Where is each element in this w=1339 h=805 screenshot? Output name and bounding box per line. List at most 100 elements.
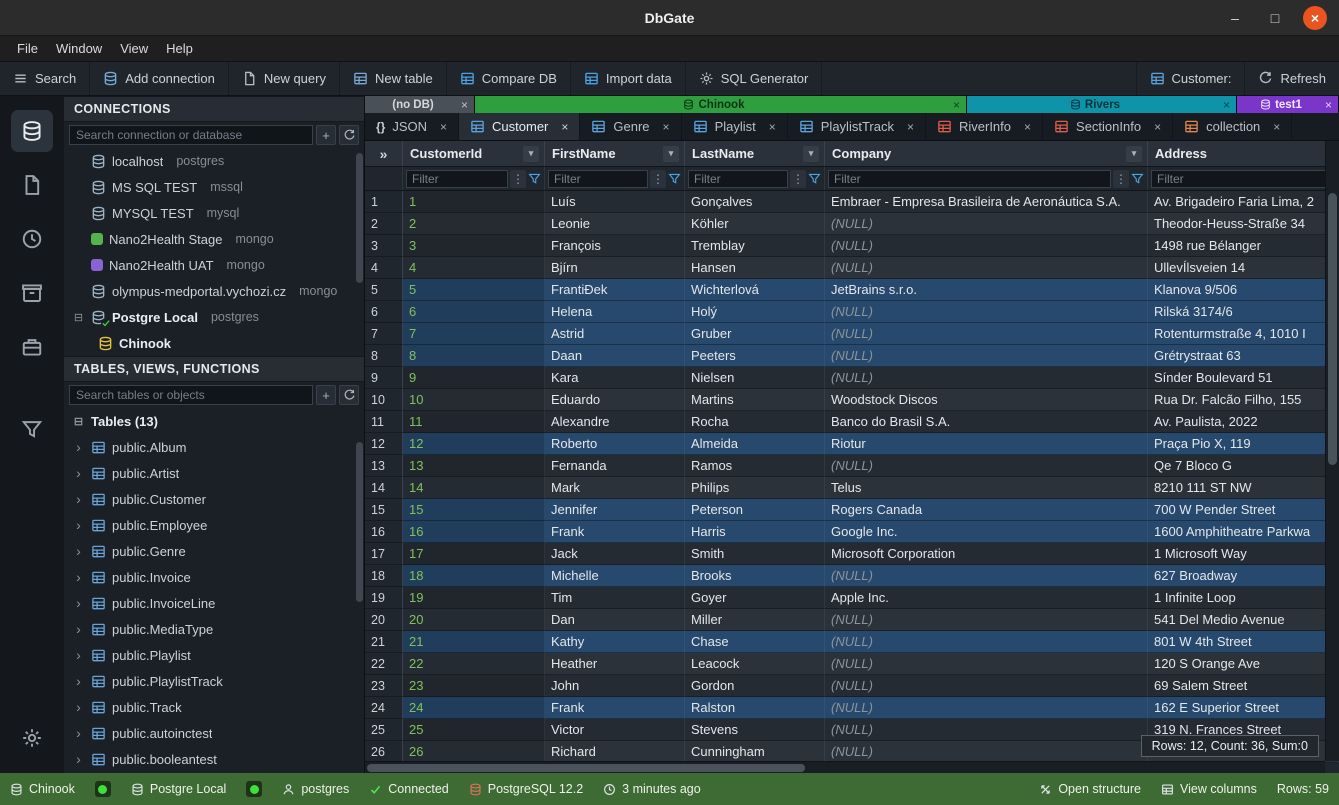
toolbar-new-table-button[interactable]: New table xyxy=(340,62,447,95)
column-header-lastname[interactable]: LastName ▾ xyxy=(685,141,825,166)
toolbar-search-button[interactable]: Search xyxy=(0,62,90,95)
row-number[interactable]: 14 xyxy=(365,477,403,499)
filter-input-company[interactable] xyxy=(828,170,1111,188)
row-number[interactable]: 5 xyxy=(365,279,403,301)
cell-customerid[interactable]: 10 xyxy=(403,389,545,411)
tab-group-test1[interactable]: test1 × xyxy=(1237,96,1339,113)
cell-address[interactable]: Qe 7 Bloco G xyxy=(1148,455,1339,477)
filter-input-address[interactable] xyxy=(1151,170,1335,188)
cell-customerid[interactable]: 25 xyxy=(403,719,545,741)
cell-address[interactable]: 1 Infinite Loop xyxy=(1148,587,1339,609)
table-public-artist[interactable]: › public.Artist xyxy=(64,460,364,486)
cell-firstname[interactable]: Heather xyxy=(545,653,685,675)
rail-files-button[interactable] xyxy=(11,164,53,206)
column-header-address[interactable]: Address xyxy=(1148,141,1339,166)
cell-address[interactable]: 120 S Orange Ave xyxy=(1148,653,1339,675)
cell-address[interactable]: Theodor-Heuss-Straße 34 xyxy=(1148,213,1339,235)
cell-lastname[interactable]: Martins xyxy=(685,389,825,411)
tab-close-icon[interactable]: × xyxy=(1273,120,1280,134)
table-public-autoinctest[interactable]: › public.autoinctest xyxy=(64,720,364,746)
cell-address[interactable]: Klanova 9/506 xyxy=(1148,279,1339,301)
cell-lastname[interactable]: Gruber xyxy=(685,323,825,345)
cell-lastname[interactable]: Chase xyxy=(685,631,825,653)
current-table-button[interactable]: Customer: xyxy=(1136,62,1245,95)
row-number[interactable]: 9 xyxy=(365,367,403,389)
chevron-down-icon[interactable]: ▾ xyxy=(1126,146,1142,162)
cell-customerid[interactable]: 20 xyxy=(403,609,545,631)
tab-playlisttrack[interactable]: PlaylistTrack × xyxy=(788,113,926,140)
cell-lastname[interactable]: Ralston xyxy=(685,697,825,719)
table-public-booleantest[interactable]: › public.booleantest xyxy=(64,746,364,772)
cell-company[interactable]: (NULL) xyxy=(825,697,1148,719)
toolbar-import-data-button[interactable]: Import data xyxy=(571,62,686,95)
cell-address[interactable]: Av. Paulista, 2022 xyxy=(1148,411,1339,433)
cell-lastname[interactable]: Holý xyxy=(685,301,825,323)
cell-customerid[interactable]: 18 xyxy=(403,565,545,587)
cell-address[interactable]: 1498 rue Bélanger xyxy=(1148,235,1339,257)
table-public-customer[interactable]: › public.Customer xyxy=(64,486,364,512)
filter-menu-icon[interactable]: ⋮ xyxy=(1113,170,1129,188)
maximize-button[interactable]: □ xyxy=(1263,6,1287,30)
cell-lastname[interactable]: Rocha xyxy=(685,411,825,433)
cell-company[interactable]: Apple Inc. xyxy=(825,587,1148,609)
row-number[interactable]: 15 xyxy=(365,499,403,521)
cell-company[interactable]: Riotur xyxy=(825,433,1148,455)
rail-filters-button[interactable] xyxy=(11,408,53,450)
cell-address[interactable]: Praça Pio X, 119 xyxy=(1148,433,1339,455)
cell-company[interactable]: Telus xyxy=(825,477,1148,499)
cell-company[interactable]: (NULL) xyxy=(825,257,1148,279)
cell-firstname[interactable]: Frank xyxy=(545,697,685,719)
connection-nano2health-uat[interactable]: Nano2Health UATmongo xyxy=(64,252,364,278)
status-open-structure[interactable]: Open structure xyxy=(1039,782,1141,796)
chevron-right-icon[interactable]: › xyxy=(72,466,85,480)
cell-firstname[interactable]: John xyxy=(545,675,685,697)
row-number[interactable]: 16 xyxy=(365,521,403,543)
cell-firstname[interactable]: Jennifer xyxy=(545,499,685,521)
status-3-minutes-ago[interactable]: 3 minutes ago xyxy=(603,782,701,796)
row-number[interactable]: 3 xyxy=(365,235,403,257)
cell-firstname[interactable]: Dan xyxy=(545,609,685,631)
cell-firstname[interactable]: Tim xyxy=(545,587,685,609)
tab-close-icon[interactable]: × xyxy=(561,120,568,134)
cell-company[interactable]: Embraer - Empresa Brasileira de Aeronáut… xyxy=(825,191,1148,213)
close-icon[interactable]: × xyxy=(461,98,468,112)
toolbar-add-connection-button[interactable]: Add connection xyxy=(90,62,229,95)
toolbar-sql-generator-button[interactable]: SQL Generator xyxy=(686,62,823,95)
cell-address[interactable]: 69 Salem Street xyxy=(1148,675,1339,697)
tab-customer[interactable]: Customer × xyxy=(459,113,580,140)
cell-firstname[interactable]: Daan xyxy=(545,345,685,367)
row-number[interactable]: 12 xyxy=(365,433,403,455)
connection-olympus-medportal-vychozi-cz[interactable]: olympus-medportal.vychozi.czmongo xyxy=(64,278,364,304)
filter-menu-icon[interactable]: ⋮ xyxy=(650,170,666,188)
cell-company[interactable]: (NULL) xyxy=(825,719,1148,741)
chevron-right-icon[interactable]: › xyxy=(72,544,85,558)
cell-company[interactable]: (NULL) xyxy=(825,301,1148,323)
cell-customerid[interactable]: 11 xyxy=(403,411,545,433)
cell-firstname[interactable]: Bjírn xyxy=(545,257,685,279)
tab-group-rivers[interactable]: Rivers × xyxy=(967,96,1237,113)
close-button[interactable]: × xyxy=(1303,6,1327,30)
cell-firstname[interactable]: Leonie xyxy=(545,213,685,235)
table-public-genre[interactable]: › public.Genre xyxy=(64,538,364,564)
cell-firstname[interactable]: Fernanda xyxy=(545,455,685,477)
tab-group-no-db[interactable]: (no DB) × xyxy=(365,96,475,113)
tab-json[interactable]: {} JSON × xyxy=(365,113,459,140)
cell-firstname[interactable]: Richard xyxy=(545,741,685,763)
connection-mysql-test[interactable]: MYSQL TESTmysql xyxy=(64,200,364,226)
status-chinook[interactable]: Chinook xyxy=(10,782,75,796)
chevron-right-icon[interactable]: › xyxy=(72,622,85,636)
cell-lastname[interactable]: Hansen xyxy=(685,257,825,279)
cell-address[interactable]: 541 Del Medio Avenue xyxy=(1148,609,1339,631)
cell-customerid[interactable]: 8 xyxy=(403,345,545,367)
minimize-button[interactable]: – xyxy=(1223,6,1247,30)
cell-firstname[interactable]: Helena xyxy=(545,301,685,323)
row-number[interactable]: 20 xyxy=(365,609,403,631)
cell-lastname[interactable]: Peterson xyxy=(685,499,825,521)
table-public-playlisttrack[interactable]: › public.PlaylistTrack xyxy=(64,668,364,694)
cell-address[interactable]: Rotenturmstraße 4, 1010 I xyxy=(1148,323,1339,345)
table-public-album[interactable]: › public.Album xyxy=(64,434,364,460)
cell-company[interactable]: Microsoft Corporation xyxy=(825,543,1148,565)
tab-close-icon[interactable]: × xyxy=(1024,120,1031,134)
cell-customerid[interactable]: 3 xyxy=(403,235,545,257)
cell-address[interactable]: Rua Dr. Falcão Filho, 155 xyxy=(1148,389,1339,411)
